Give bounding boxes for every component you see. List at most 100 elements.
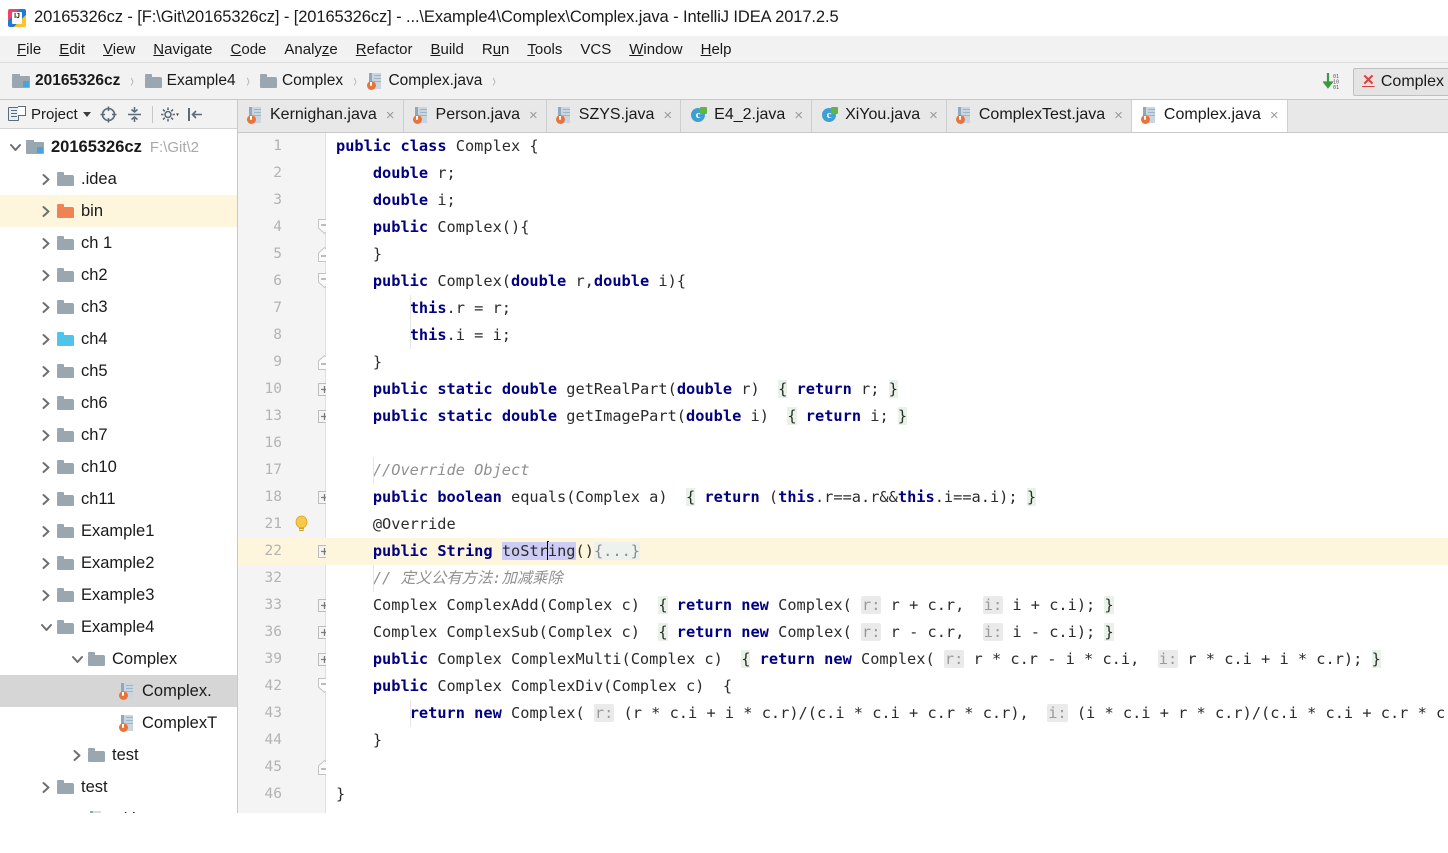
code-line[interactable]: // 定义公有方法:加减乘除 xyxy=(326,564,1448,592)
tree-row[interactable]: ch5 xyxy=(0,355,237,387)
breadcrumb-item-example4[interactable]: Example4 xyxy=(143,68,238,94)
chevron-right-icon[interactable] xyxy=(66,749,88,762)
tree-row[interactable]: ch2 xyxy=(0,259,237,291)
chevron-right-icon[interactable] xyxy=(35,269,57,282)
menu-vcs[interactable]: VCS xyxy=(571,39,620,60)
fold-region-start-icon[interactable] xyxy=(314,673,326,700)
tree-row[interactable]: Example3 xyxy=(0,579,237,611)
code-line[interactable]: } xyxy=(326,727,1448,754)
code-line[interactable]: public String toString(){...} xyxy=(326,537,1448,565)
editor-tab-kernighan-java[interactable]: Kernighan.java × xyxy=(238,100,404,132)
tree-row[interactable]: .idea xyxy=(0,163,237,195)
tree-row[interactable]: ch4 xyxy=(0,323,237,355)
project-tree[interactable]: 20165326cz F:\Git\2 .idea bin ch 1 ch2 ch3 ch4 c… xyxy=(0,129,237,813)
chevron-right-icon[interactable] xyxy=(35,237,57,250)
tree-row[interactable]: Example2 xyxy=(0,547,237,579)
menu-navigate[interactable]: Navigate xyxy=(144,39,221,60)
tree-row[interactable]: test xyxy=(0,771,237,803)
chevron-down-icon[interactable] xyxy=(82,111,91,117)
fold-expand-icon[interactable] xyxy=(314,592,326,619)
fold-region-end-icon[interactable] xyxy=(314,754,326,781)
chevron-right-icon[interactable] xyxy=(35,173,57,186)
menu-help[interactable]: Help xyxy=(692,39,741,60)
intention-bulb-icon[interactable] xyxy=(294,515,309,533)
code-line[interactable]: return new Complex( r: (r * c.i + i * c.… xyxy=(326,699,1448,727)
hide-panel-icon[interactable] xyxy=(184,103,208,125)
chevron-right-icon[interactable] xyxy=(35,365,57,378)
tree-row[interactable]: ch6 xyxy=(0,387,237,419)
folded-code-placeholder[interactable]: {...} xyxy=(593,541,640,560)
fold-expand-icon[interactable] xyxy=(314,538,326,565)
editor-tab-complextest-java[interactable]: ComplexTest.java × xyxy=(946,100,1132,132)
tab-close-icon[interactable]: × xyxy=(792,108,803,123)
menu-window[interactable]: Window xyxy=(620,39,691,60)
fold-region-start-icon[interactable] xyxy=(314,214,326,241)
code-line[interactable]: this.i = i; xyxy=(326,321,1448,349)
chevron-right-icon[interactable] xyxy=(35,333,57,346)
code-line[interactable] xyxy=(326,754,1448,781)
chevron-right-icon[interactable] xyxy=(35,397,57,410)
chevron-down-icon[interactable] xyxy=(66,654,88,665)
fold-expand-icon[interactable] xyxy=(314,484,326,511)
menu-file[interactable]: File xyxy=(8,39,50,60)
editor-tab-szys-java[interactable]: SZYS.java × xyxy=(546,100,682,132)
tree-row[interactable]: ch10 xyxy=(0,451,237,483)
code-line[interactable]: double i; xyxy=(326,187,1448,214)
editor-code-canvas[interactable]: public class Complex { double r; double … xyxy=(326,132,1448,813)
menu-edit[interactable]: Edit xyxy=(50,39,94,60)
tree-row[interactable]: test xyxy=(0,739,237,771)
code-line[interactable]: double r; xyxy=(326,160,1448,187)
project-panel-title[interactable]: Project xyxy=(6,104,95,125)
code-line[interactable]: public class Complex { xyxy=(326,133,1448,160)
tree-row[interactable]: bin xyxy=(0,195,237,228)
tab-close-icon[interactable]: × xyxy=(384,108,395,123)
tree-row[interactable]: ch7 xyxy=(0,419,237,451)
fold-expand-icon[interactable] xyxy=(314,646,326,673)
collapse-all-icon[interactable] xyxy=(123,103,147,125)
code-line[interactable]: public Complex(double r,double i){ xyxy=(326,268,1448,295)
fold-region-end-icon[interactable] xyxy=(314,241,326,268)
menu-build[interactable]: Build xyxy=(421,39,472,60)
editor-gutter[interactable]: 1 2 3 4 5 6 7 8 9 10 13 16 17 18 21 22 32 33 36 39 42 43 44 45 4… xyxy=(238,132,326,813)
chevron-right-icon[interactable] xyxy=(35,429,57,442)
tab-close-icon[interactable]: × xyxy=(527,108,538,123)
fold-region-start-icon[interactable] xyxy=(314,268,326,295)
chevron-right-icon[interactable] xyxy=(35,525,57,538)
chevron-right-icon[interactable] xyxy=(35,493,57,506)
menu-analyze[interactable]: Analyze xyxy=(275,39,346,60)
code-line[interactable]: public Complex(){ xyxy=(326,214,1448,241)
breadcrumb-item-20165326cz[interactable]: 20165326cz xyxy=(10,68,122,94)
chevron-right-icon[interactable] xyxy=(35,461,57,474)
tree-row[interactable]: ComplexT xyxy=(0,707,237,739)
code-line[interactable]: Complex ComplexSub(Complex c) { return n… xyxy=(326,619,1448,646)
fold-expand-icon[interactable] xyxy=(314,376,326,403)
menu-refactor[interactable]: Refactor xyxy=(347,39,422,60)
code-line[interactable]: @Override xyxy=(326,511,1448,538)
code-line[interactable] xyxy=(326,808,1448,813)
tree-row[interactable]: 20165326cz F:\Git\2 xyxy=(0,131,237,163)
tree-row[interactable]: ch11 xyxy=(0,483,237,515)
menu-run[interactable]: Run xyxy=(473,39,519,60)
code-line[interactable]: } xyxy=(326,241,1448,268)
navbar-file-chip[interactable]: ✕ Complex xyxy=(1352,67,1448,96)
editor-tab-xiyou-java[interactable]: XiYou.java × xyxy=(812,100,947,132)
fold-expand-icon[interactable] xyxy=(314,619,326,646)
editor-tab-person-java[interactable]: Person.java × xyxy=(403,100,547,132)
tab-close-icon[interactable]: × xyxy=(927,108,938,123)
code-line[interactable] xyxy=(326,430,1448,457)
tab-close-icon[interactable]: × xyxy=(1268,108,1279,123)
code-line[interactable]: public static double getRealPart(double … xyxy=(326,376,1448,403)
code-line[interactable]: public Complex ComplexDiv(Complex c) { xyxy=(326,673,1448,700)
code-line[interactable]: } xyxy=(326,781,1448,808)
settings-gear-icon[interactable] xyxy=(158,103,182,125)
scroll-from-source-icon[interactable] xyxy=(97,103,121,125)
breadcrumb-item-complex-java[interactable]: Complex.java xyxy=(365,68,484,94)
chevron-right-icon[interactable] xyxy=(35,557,57,570)
editor-tab-e4-2-java[interactable]: E4_2.java × xyxy=(681,100,813,132)
fold-expand-icon[interactable] xyxy=(314,403,326,430)
menu-view[interactable]: View xyxy=(94,39,144,60)
code-line[interactable]: Complex ComplexAdd(Complex c) { return n… xyxy=(326,592,1448,619)
code-line[interactable]: //Override Object xyxy=(326,456,1448,484)
tree-row[interactable]: .gitignore xyxy=(0,803,237,813)
breadcrumb-item-complex[interactable]: Complex xyxy=(258,68,345,94)
